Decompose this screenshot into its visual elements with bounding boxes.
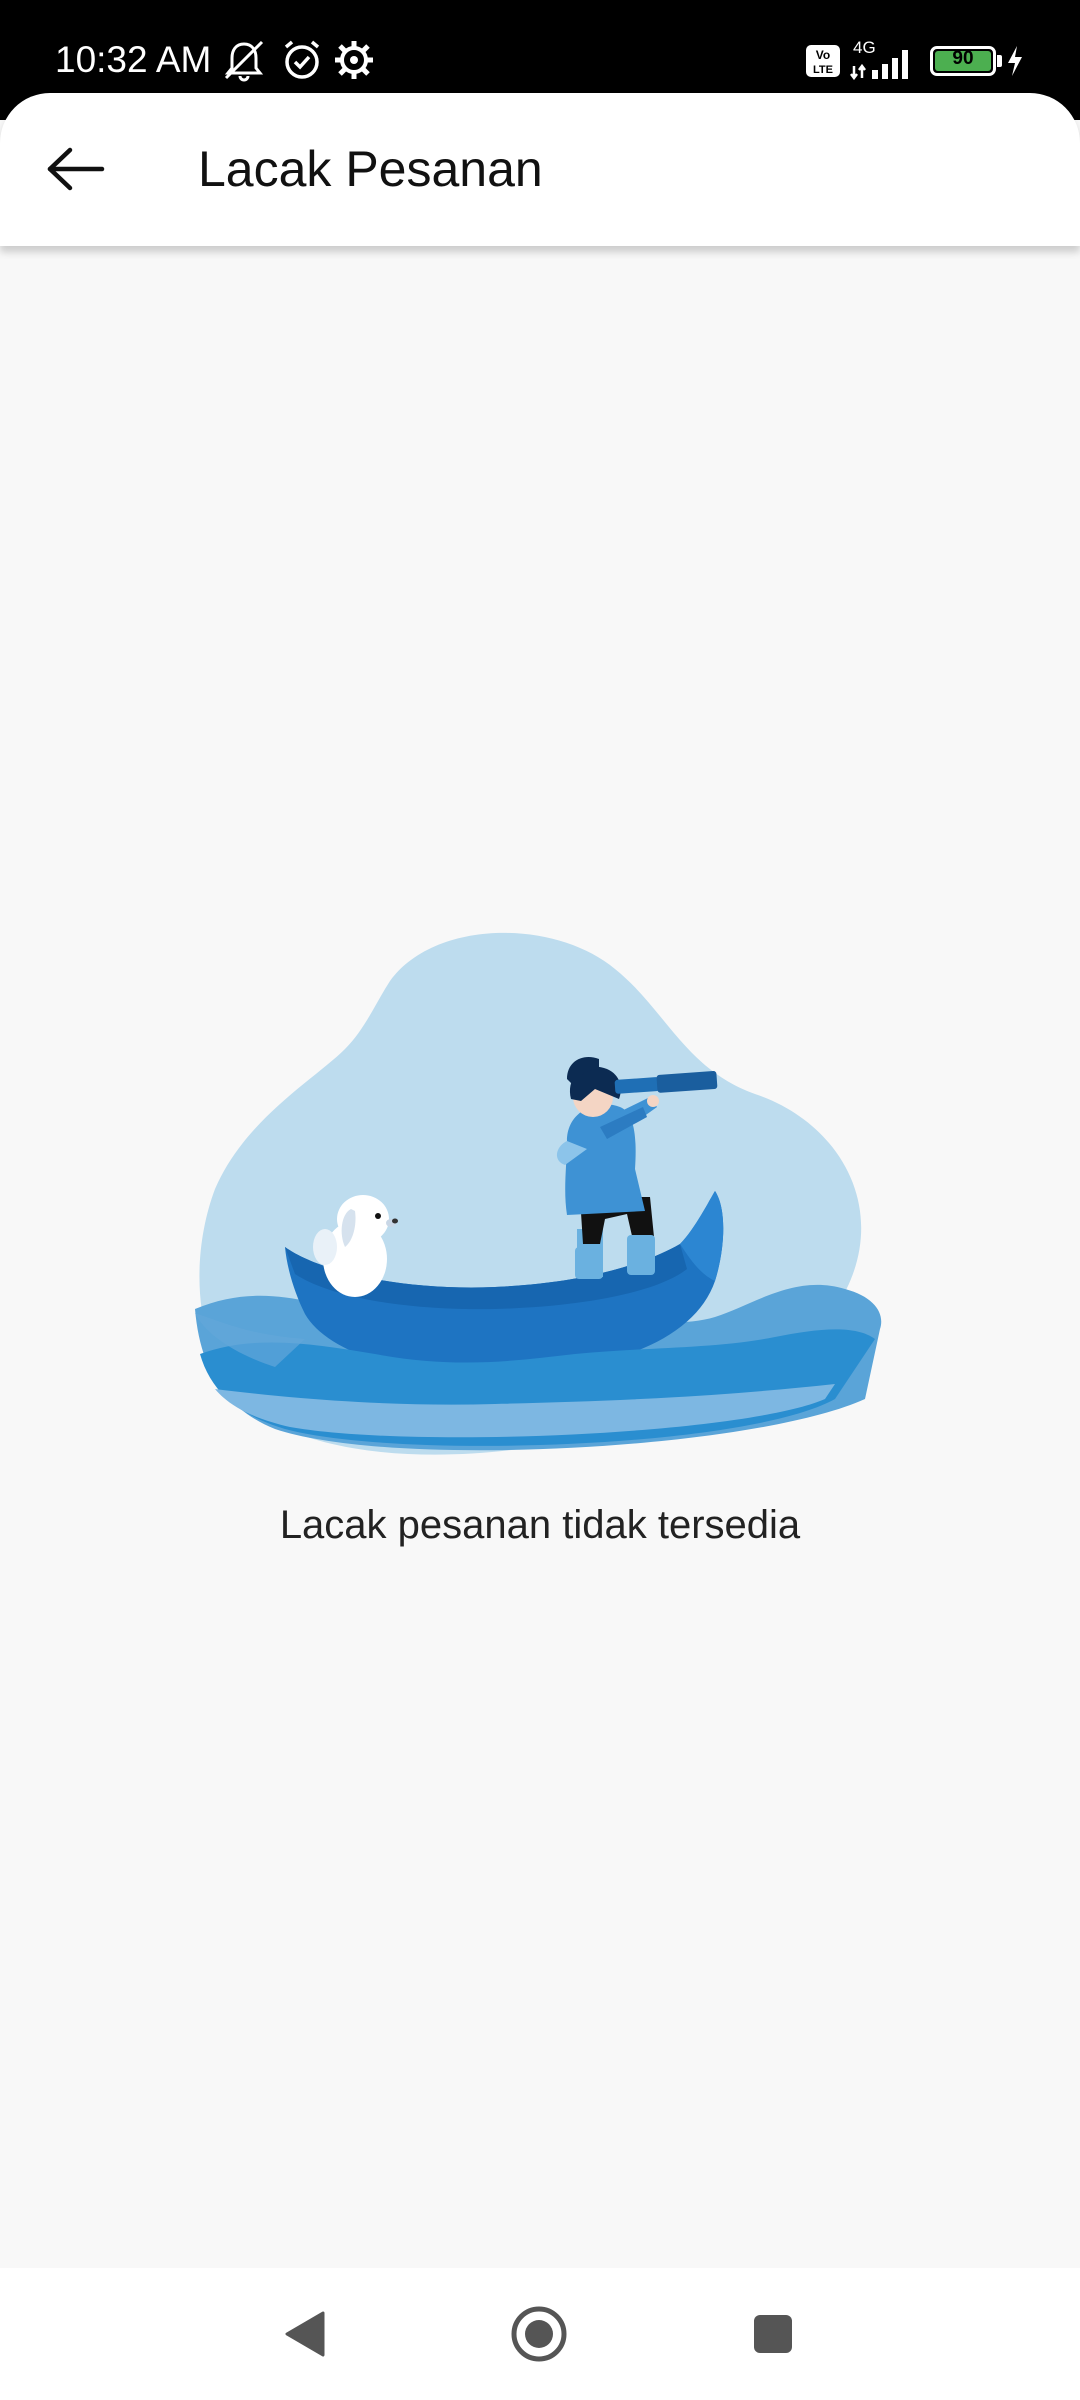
status-time: 10:32 AM [55,39,212,80]
empty-state-illustration [195,932,882,1455]
svg-text:LTE: LTE [813,64,833,76]
charging-icon [1008,46,1022,76]
volte-icon: Vo LTE [806,45,840,77]
battery-icon: 90 [930,46,996,76]
system-nav-bar [0,2268,1080,2400]
app-bar: Lacak Pesanan [0,93,1080,246]
alarm-icon [284,40,320,79]
recents-square-icon [754,2315,792,2353]
mute-icon [224,40,264,82]
back-button[interactable] [30,123,122,215]
settings-icon [335,41,373,79]
arrow-left-icon [47,147,105,191]
main-content: Lacak pesanan tidak tersedia [0,246,1080,2268]
svg-text:Vo: Vo [816,48,830,62]
home-circle-icon [511,2306,567,2362]
battery-tip [997,55,1002,67]
empty-state-message: Lacak pesanan tidak tersedia [279,1503,801,1547]
screen: 10:32 AM Vo LTE 4G 90 Lacak Pesanan Laca… [0,0,1080,2400]
page-title: Lacak Pesanan [198,141,543,197]
nav-recents-button[interactable] [735,2296,811,2372]
nav-home-button[interactable] [501,2296,577,2372]
battery-level: 90 [952,48,974,69]
nav-back-button[interactable] [267,2296,343,2372]
signal-icon [850,50,908,80]
back-triangle-icon [285,2311,325,2357]
